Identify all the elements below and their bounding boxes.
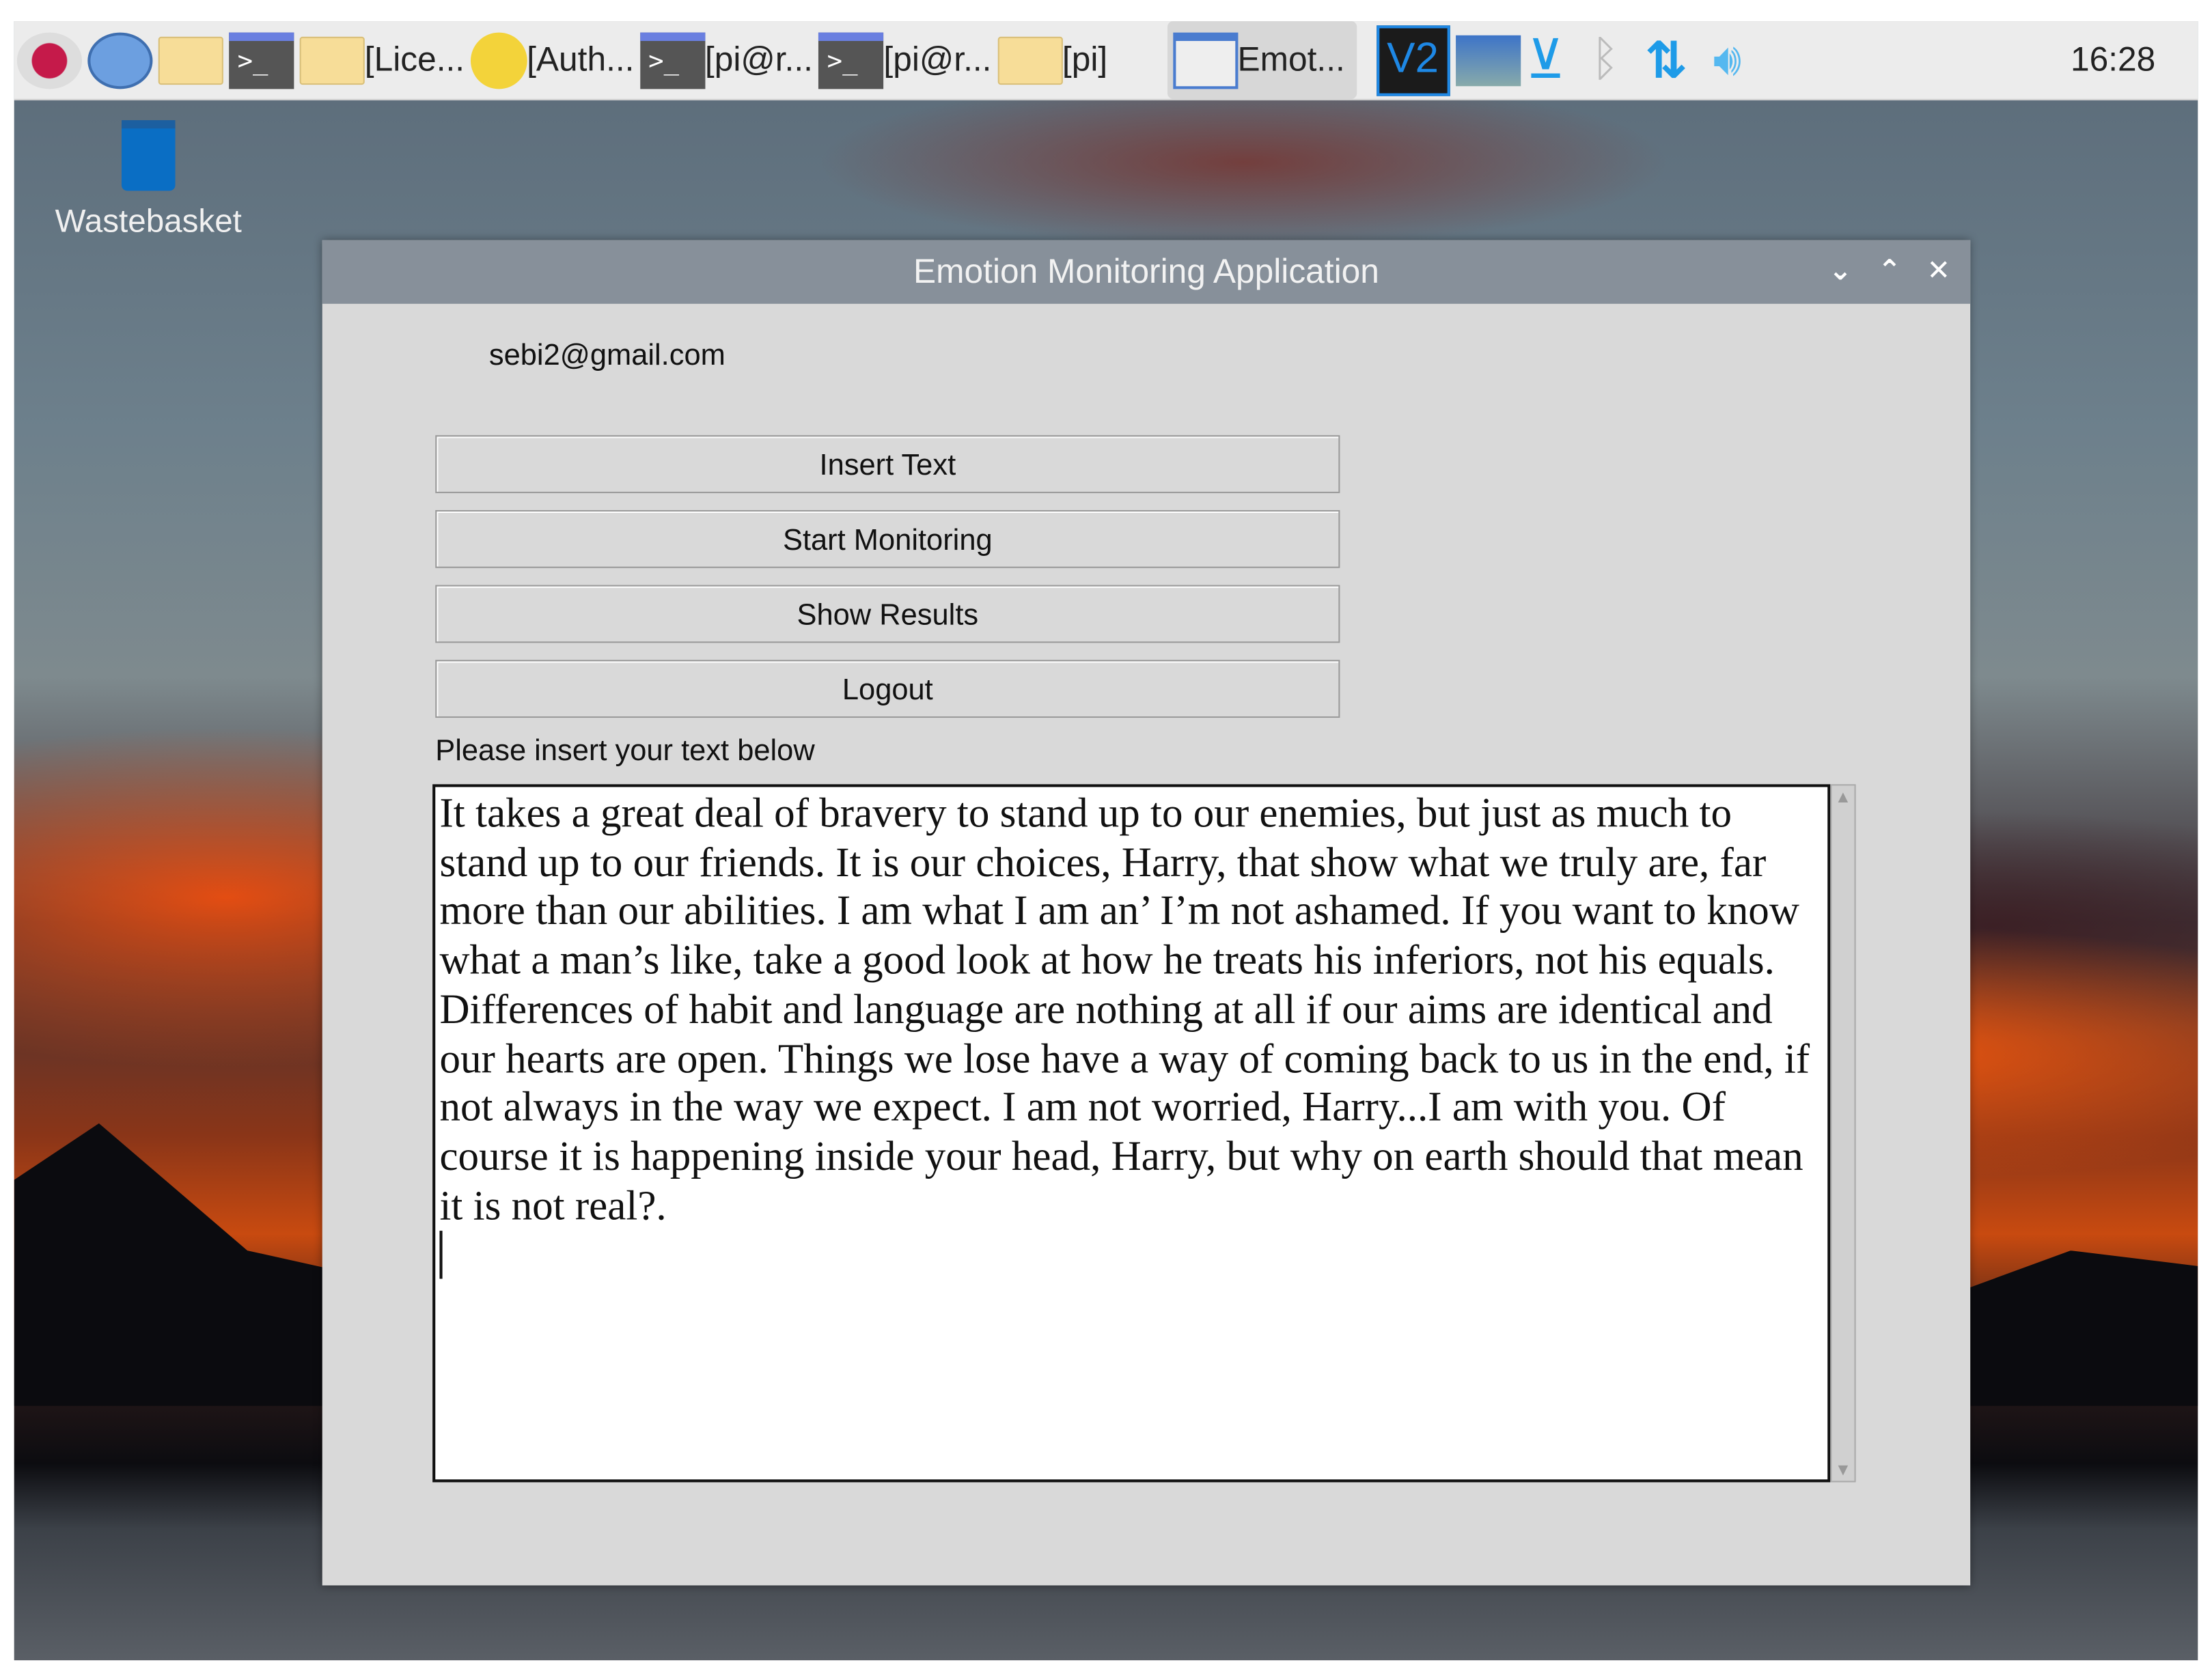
scroll-up-arrow-icon[interactable]: ▲ (1831, 785, 1854, 808)
task-label: Emot... (1237, 40, 1345, 79)
clock[interactable]: 16:28 (2068, 21, 2159, 99)
task-terminal-2[interactable]: >_ [pi@r... (816, 21, 995, 99)
bluetooth-tray[interactable]: ᛒ (1568, 21, 1642, 99)
taskbar: >_ [Lice... [Auth... >_ [pi@r... >_ [pi@r.… (14, 21, 2198, 100)
scroll-down-arrow-icon[interactable]: ▼ (1831, 1458, 1854, 1481)
text-content: It takes a great deal of bravery to stan… (439, 791, 1810, 1229)
minimize-button[interactable]: ⌄ (1829, 240, 1853, 304)
task-auth[interactable]: [Auth... (467, 21, 637, 99)
task-label: [Lice... (364, 40, 465, 79)
bluetooth-icon: ᛒ (1590, 32, 1620, 87)
task-terminal-1[interactable]: >_ [pi@r... (637, 21, 816, 99)
window-icon (1172, 31, 1238, 89)
wastebasket-label: Wastebasket (55, 201, 242, 239)
task-label: [Auth... (527, 40, 635, 79)
terminal-icon: >_ (229, 31, 294, 89)
maximize-button[interactable]: ⌃ (1878, 240, 1902, 304)
authentication-icon (470, 31, 527, 89)
wastebasket-desktop-icon[interactable]: Wastebasket (42, 120, 254, 240)
text-input-area[interactable]: It takes a great deal of bravery to stan… (432, 784, 1831, 1483)
show-results-button[interactable]: Show Results (435, 585, 1340, 643)
logout-button[interactable]: Logout (435, 660, 1340, 718)
data-transfer-tray[interactable]: ⇅ (1642, 21, 1691, 99)
terminal-icon: >_ (818, 31, 884, 89)
start-monitoring-button[interactable]: Start Monitoring (435, 509, 1340, 568)
text-caret (439, 1231, 443, 1280)
file-manager-icon (158, 36, 223, 85)
task-label: [pi] (1062, 40, 1108, 79)
vertical-scrollbar[interactable]: ▲ ▼ (1830, 784, 1856, 1483)
browser-globe-icon (87, 31, 153, 89)
folder-icon (997, 36, 1062, 85)
folder-icon (299, 36, 365, 85)
window-titlebar[interactable]: Emotion Monitoring Application ⌄ ⌃ ✕ (322, 240, 1971, 304)
mountain-silhouette (1943, 1250, 2198, 1406)
insert-text-button[interactable]: Insert Text (435, 435, 1340, 494)
trash-icon (121, 120, 176, 191)
terminal-icon: >_ (639, 31, 705, 89)
vnc-tray[interactable]: V2 (1373, 21, 1452, 99)
network-icon (1455, 34, 1521, 86)
text-prompt-label: Please insert your text below (435, 734, 815, 768)
task-label: [pi@r... (704, 40, 813, 79)
task-label: [pi@r... (883, 40, 992, 79)
network-tray[interactable] (1452, 21, 1523, 99)
emotion-monitoring-window: Emotion Monitoring Application ⌄ ⌃ ✕ seb… (322, 240, 1971, 1586)
user-email: sebi2@gmail.com (488, 339, 725, 372)
vnc-icon: V2 (1376, 25, 1450, 96)
volume-icon: 🔊︎ (1713, 33, 1742, 85)
close-button[interactable]: ✕ (1927, 240, 1951, 304)
menu-button[interactable] (14, 21, 85, 99)
raspberry-menu-icon (16, 31, 83, 89)
task-emotion-app[interactable]: Emot... (1167, 21, 1357, 99)
data-transfer-icon: ⇅ (1644, 30, 1688, 89)
task-licence[interactable]: [Lice... (296, 21, 467, 99)
task-pi-folder[interactable]: [pi] (995, 21, 1111, 99)
window-title: Emotion Monitoring Application (913, 253, 1379, 292)
download-icon: ⊻ (1525, 31, 1566, 91)
terminal-launcher[interactable]: >_ (226, 21, 296, 99)
file-manager-launcher[interactable] (156, 21, 226, 99)
volume-tray[interactable]: 🔊︎ (1690, 21, 1744, 99)
browser-launcher[interactable] (85, 21, 155, 99)
download-tray[interactable]: ⊻ (1523, 21, 1568, 99)
